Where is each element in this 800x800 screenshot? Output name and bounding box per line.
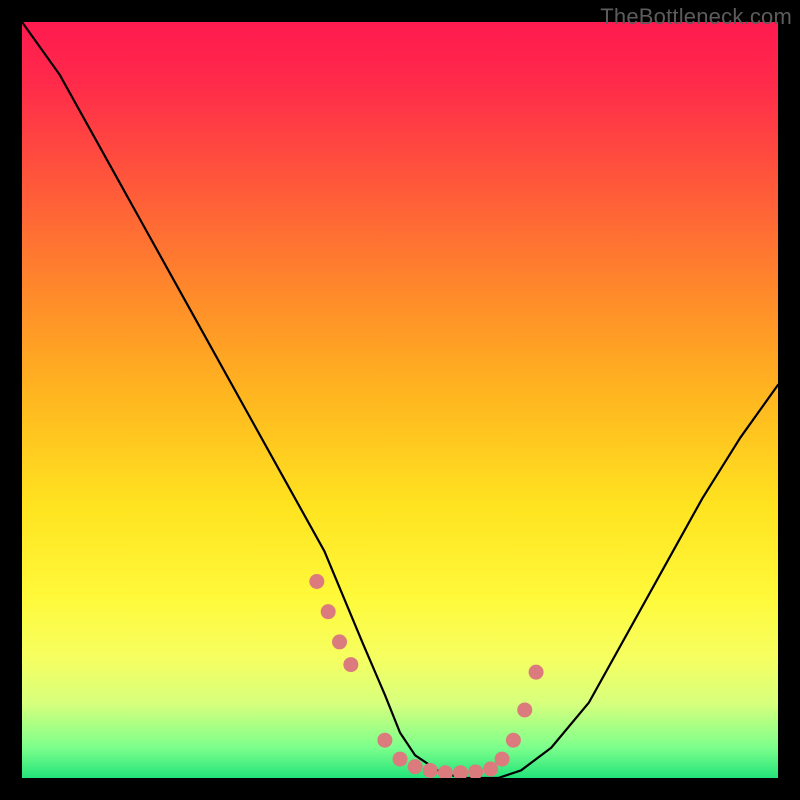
marker-dot bbox=[438, 765, 453, 778]
marker-dot bbox=[309, 574, 324, 589]
marker-dot bbox=[495, 752, 510, 767]
marker-dot bbox=[468, 764, 483, 778]
bottleneck-curve bbox=[22, 22, 778, 778]
plot-area bbox=[22, 22, 778, 778]
marker-dot bbox=[506, 733, 521, 748]
marker-dot bbox=[321, 604, 336, 619]
marker-dot bbox=[483, 761, 498, 776]
watermark-text: TheBottleneck.com bbox=[600, 4, 792, 30]
chart-stage: TheBottleneck.com bbox=[0, 0, 800, 800]
marker-dot bbox=[517, 702, 532, 717]
marker-dot bbox=[423, 763, 438, 778]
marker-dot bbox=[408, 759, 423, 774]
marker-dot bbox=[332, 634, 347, 649]
marker-dot bbox=[343, 657, 358, 672]
curve-layer bbox=[22, 22, 778, 778]
marker-dot bbox=[529, 665, 544, 680]
highlight-markers bbox=[309, 574, 543, 778]
marker-dot bbox=[377, 733, 392, 748]
marker-dot bbox=[393, 752, 408, 767]
marker-dot bbox=[453, 765, 468, 778]
